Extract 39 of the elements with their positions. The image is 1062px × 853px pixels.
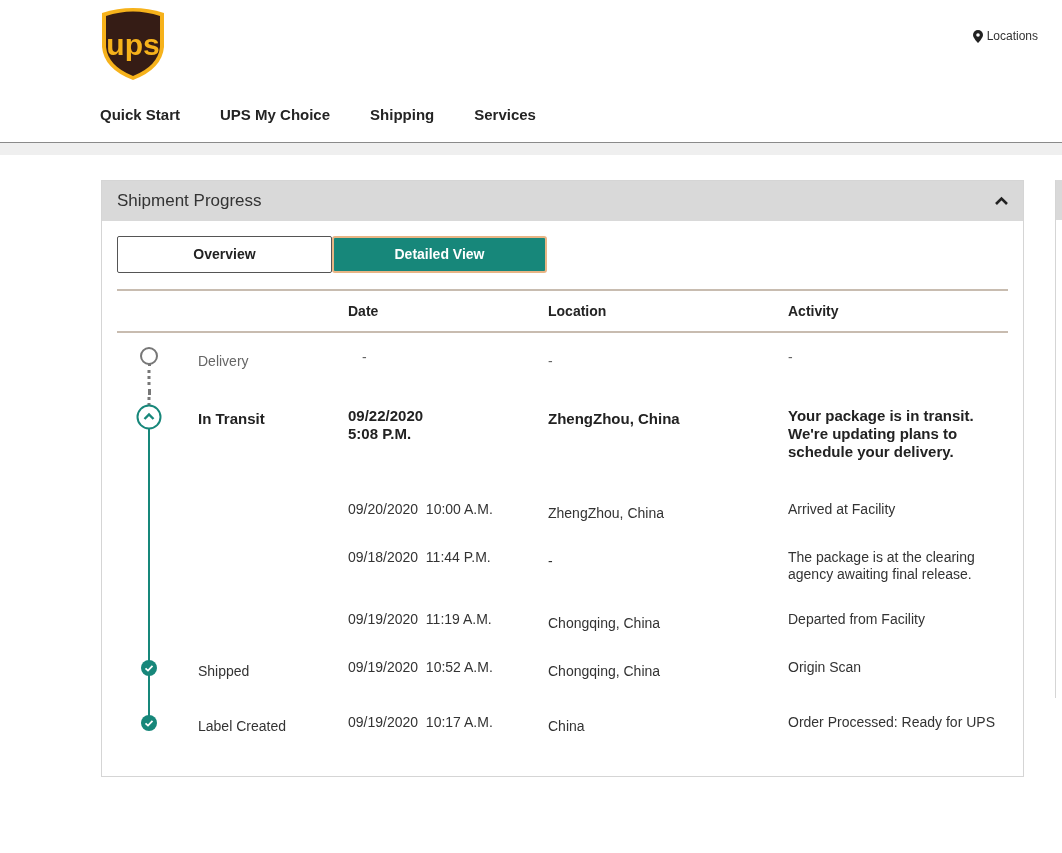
nav-link[interactable]: UPS My Choice <box>220 104 331 127</box>
nav-link[interactable]: Services <box>474 104 536 127</box>
column-header: Location <box>548 303 607 319</box>
date-cell: 09/22/2020 5:08 P.M. <box>348 407 424 443</box>
location-cell: Chongqing, China <box>548 615 661 631</box>
activity-cell-text: - <box>788 349 794 366</box>
nav-link[interactable]: Quick Start <box>100 104 181 127</box>
status-label: Delivery <box>198 353 249 369</box>
locations-link[interactable]: Locations <box>972 27 1038 45</box>
status-label: Label Created <box>198 718 286 734</box>
date-cell-text: - <box>361 349 367 366</box>
date-cell: 09/20/2020 10:00 A.M. <box>348 501 493 518</box>
date-cell: 09/19/2020 10:52 A.M. <box>348 659 493 676</box>
activity-cell-text: Order Processed: Ready for UPS <box>788 714 996 731</box>
status-label: Shipped <box>198 663 250 679</box>
activity-cell-text: Your package is in transit. We're updating plans to schedule your delivery. <box>788 407 975 461</box>
map-pin-icon <box>972 29 983 43</box>
column-header: Date <box>348 303 379 319</box>
location-cell: China <box>548 718 585 734</box>
activity-cell-text: The package is at the clearing agency awaiting final release. <box>788 549 976 583</box>
location-cell: ZhengZhou, China <box>548 410 680 427</box>
location-cell: ZhengZhou, China <box>548 505 664 521</box>
chevron-icon[interactable] <box>994 196 1009 206</box>
location-cell: Chongqing, China <box>548 663 661 679</box>
view-tab[interactable]: Detailed View <box>332 236 547 273</box>
activity-cell-text: Departed from Facility <box>788 611 926 628</box>
date-cell: 09/19/2020 11:19 A.M. <box>348 611 492 628</box>
status-label: In Transit <box>198 410 265 427</box>
view-tab[interactable]: Overview <box>117 236 332 273</box>
column-header: Activity <box>788 303 839 319</box>
shield-logo[interactable]: ups <box>100 5 167 82</box>
activity-cell-text: Arrived at Facility <box>788 501 897 518</box>
card-title: Shipment Progress <box>117 190 262 213</box>
nav-link[interactable]: Shipping <box>370 104 435 127</box>
location-cell: - <box>548 353 553 369</box>
activity-cell-text: Origin Scan <box>788 659 863 676</box>
date-cell: 09/19/2020 10:17 A.M. <box>348 714 493 731</box>
location-cell: - <box>548 553 553 569</box>
date-cell: 09/18/2020 11:44 P.M. <box>348 549 491 566</box>
